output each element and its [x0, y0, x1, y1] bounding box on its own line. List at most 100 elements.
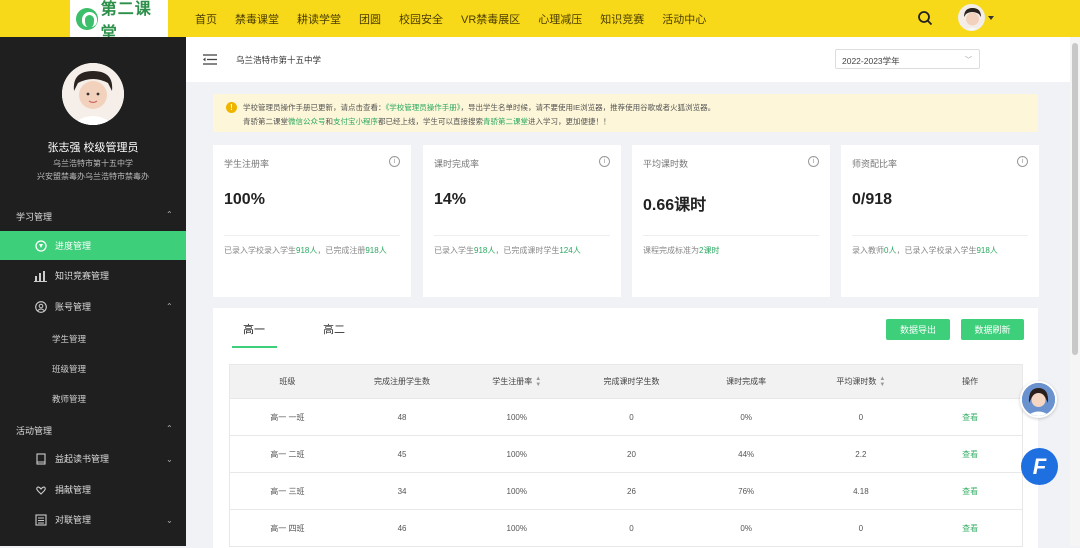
stat-label: 平均课时数 [643, 159, 689, 169]
divider [643, 235, 819, 236]
cell-class: 高一 四班 [270, 523, 305, 533]
col-completion-rate: 课时完成率 [726, 377, 767, 386]
col-registration-rate[interactable]: 学生注册率 ▲ ▼ [459, 376, 574, 388]
sidebar-item-label: 进度管理 [55, 241, 92, 251]
user-name: 张志强 校级管理员 [47, 142, 139, 154]
chevron-up-icon[interactable]: ⌃ [166, 210, 173, 219]
sidebar-item-donation[interactable]: 捐献管理 [0, 475, 186, 504]
notice-text: 进入学习，更加便捷！！ [528, 117, 611, 126]
stat-footnote: 录入教师0人，已录入学校录入学生918人 [852, 246, 998, 255]
notice-text: 青骄第二课堂 [243, 117, 288, 126]
stat-value: 0/918 [852, 191, 893, 208]
cell-completed: 0 [629, 412, 634, 422]
info-icon[interactable]: i [599, 156, 610, 167]
bar-chart-icon [34, 269, 47, 282]
wechat-link[interactable]: 微信公众号 [288, 117, 326, 126]
col-average-hours[interactable]: 平均课时数 ▲ ▼ [804, 376, 919, 388]
chevron-down-icon[interactable]: ⌃ [166, 515, 173, 524]
stat-label: 师资配比率 [852, 159, 898, 169]
sidebar-item-label: 益起读书管理 [55, 454, 110, 464]
donation-icon [34, 483, 47, 496]
view-link[interactable]: 查看 [918, 486, 1022, 497]
sidebar-item-progress[interactable]: 进度管理 [0, 231, 186, 260]
info-icon[interactable]: i [808, 156, 819, 167]
sidebar-subitem-classes[interactable]: 班级管理 [52, 363, 86, 375]
table-row: 高一 二班 45 100% 20 44% 2.2 查看 [229, 436, 1023, 473]
nav-item-home[interactable]: 首页 [195, 11, 217, 27]
col-class: 班级 [279, 377, 296, 386]
cell-registration-rate: 100% [506, 523, 527, 533]
user-avatar[interactable] [958, 4, 985, 31]
book-icon [34, 452, 47, 465]
view-link[interactable]: 查看 [918, 412, 1022, 423]
cell-registered: 48 [397, 412, 407, 422]
stat-footnote: 已录入学校录入学生918人，已完成注册918人 [224, 246, 387, 255]
sort-icon: ▲ ▼ [879, 375, 886, 388]
chevron-down-icon[interactable]: ⌃ [166, 454, 173, 463]
search-icon[interactable] [917, 10, 933, 26]
menu-toggle-icon[interactable] [203, 54, 217, 65]
notice-text: ，导出学生名单时候，请不要使用IE浏览器，推荐使用谷歌或者火狐浏览器。 [460, 103, 716, 112]
divider [224, 235, 400, 236]
info-icon[interactable]: i [1017, 156, 1028, 167]
section-activity-management[interactable]: 活动管理 [16, 424, 52, 437]
cell-completion-rate: 44% [738, 449, 755, 459]
alipay-link[interactable]: 支付宝小程序 [333, 117, 378, 126]
nav-item-quiz[interactable]: 知识竞赛 [600, 11, 644, 27]
nav-item-psychology[interactable]: 心理减压 [538, 11, 582, 27]
floating-app-icon[interactable]: F [1021, 448, 1058, 485]
logo-mark-icon [76, 7, 98, 30]
sidebar-item-couplet[interactable]: 对联管理 [0, 505, 186, 534]
stat-value: 100% [224, 191, 265, 208]
customer-service-avatar[interactable] [1020, 381, 1057, 418]
sidebar-item-account[interactable]: 账号管理 [0, 292, 186, 321]
nav-item-reunion[interactable]: 团圆 [359, 11, 381, 27]
profile-avatar [62, 63, 124, 125]
refresh-data-button[interactable]: 数据刷新 [961, 319, 1024, 340]
cell-registered: 45 [397, 449, 407, 459]
notice-banner: ! 学校管理员操作手册已更新，请点击查看：《学校管理员操作手册》，导出学生名单时… [213, 94, 1038, 132]
divider [434, 235, 610, 236]
progress-icon [34, 239, 47, 252]
nav-item-campus-safety[interactable]: 校园安全 [399, 11, 443, 27]
cell-average-hours: 4.18 [853, 486, 869, 496]
cell-average-hours: 0 [858, 412, 864, 422]
list-icon [34, 513, 47, 526]
info-icon[interactable]: i [389, 156, 400, 167]
notice-text: 学校管理员操作手册已更新，请点击查看： [243, 103, 386, 112]
sidebar-item-label: 对联管理 [55, 515, 92, 525]
scrollbar-thumb[interactable] [1072, 43, 1078, 355]
section-learning-management[interactable]: 学习管理 [16, 210, 52, 223]
class-table-panel: 高一 高二 数据导出 数据刷新 班级 完成注册学生数 学生注册率 ▲ ▼ 完成课时学… [213, 308, 1038, 548]
nav-item-vr[interactable]: VR禁毒展区 [461, 11, 520, 27]
chevron-down-icon: ﹀ [965, 57, 972, 64]
cell-registration-rate: 100% [506, 412, 527, 422]
sidebar-item-reading[interactable]: 益起读书管理 [0, 444, 186, 473]
user-department: 兴安盟禁毒办乌兰浩特市禁毒办 [37, 172, 149, 181]
view-link[interactable]: 查看 [918, 449, 1022, 460]
chevron-up-icon[interactable]: ⌃ [166, 302, 173, 311]
nav-item-farming-class[interactable]: 耕读学堂 [297, 11, 341, 27]
class-table: 班级 完成注册学生数 学生注册率 ▲ ▼ 完成课时学生数 课时完成率 平均课时数 ▲ ▼… [229, 364, 1023, 547]
export-data-button[interactable]: 数据导出 [886, 319, 950, 340]
site-logo[interactable]: 第二课堂 [70, 0, 168, 42]
page-scrollbar[interactable] [1070, 37, 1080, 546]
divider [852, 235, 1028, 236]
sidebar-subitem-teachers[interactable]: 教师管理 [52, 393, 86, 405]
platform-link[interactable]: 青骄第二课堂 [483, 117, 528, 126]
chevron-up-icon[interactable]: ⌃ [166, 424, 173, 433]
tab-grade-1[interactable]: 高一 [243, 321, 265, 337]
breadcrumb: 乌兰浩特市第十五中学 [236, 55, 322, 65]
cell-completed: 0 [629, 523, 634, 533]
year-select[interactable]: 2022-2023学年 ﹀ [835, 49, 980, 69]
nav-item-activity[interactable]: 活动中心 [662, 11, 706, 27]
sidebar-item-quiz-management[interactable]: 知识竞赛管理 [0, 261, 186, 290]
stat-value: 14% [434, 191, 467, 208]
sidebar-subitem-students[interactable]: 学生管理 [52, 333, 86, 345]
main-nav: 首页 禁毒课堂 耕读学堂 团圆 校园安全 VR禁毒展区 心理减压 知识竞赛 活动… [186, 0, 715, 37]
chevron-down-icon[interactable] [988, 16, 994, 20]
tab-grade-2[interactable]: 高二 [323, 321, 345, 337]
nav-item-drug-class[interactable]: 禁毒课堂 [235, 11, 279, 27]
manual-link[interactable]: 《学校管理员操作手册》 [386, 103, 461, 112]
view-link[interactable]: 查看 [918, 523, 1022, 534]
